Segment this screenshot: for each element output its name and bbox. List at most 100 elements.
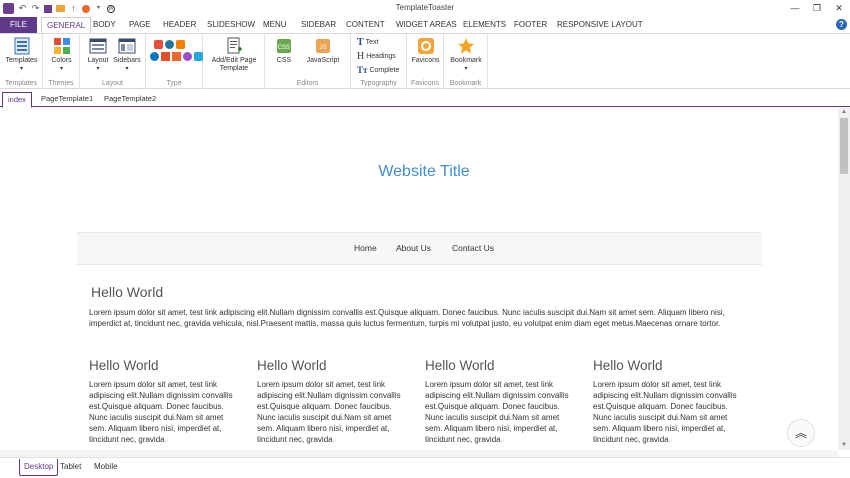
templates-button[interactable]: Templates ▾ <box>3 37 40 73</box>
tab-mobile[interactable]: Mobile <box>90 459 122 476</box>
chevron-down-icon: ▾ <box>125 66 129 72</box>
column-text: Lorem ipsum dolor sit amet, test link ad… <box>89 380 233 444</box>
file-menu-tab[interactable]: FILE <box>0 17 37 33</box>
menu-tabs: FILE GENERAL BODY PAGE HEADER SLIDESHOW … <box>0 17 850 33</box>
star-icon <box>458 38 474 54</box>
nav-link-about-us[interactable]: About Us <box>396 233 431 264</box>
tab-page[interactable]: PAGE <box>129 17 151 33</box>
content-column-2: Hello World Lorem ipsum dolor sit amet, … <box>257 358 409 445</box>
window-controls: — ❐ ✕ <box>784 0 850 17</box>
tab-elements[interactable]: ELEMENTS <box>463 17 506 33</box>
text-icon: T <box>357 37 364 48</box>
column-text: Lorem ipsum dolor sit amet, test link ad… <box>257 380 401 444</box>
tab-sidebar[interactable]: SIDEBAR <box>301 17 336 33</box>
chevron-down-icon: ▾ <box>464 66 468 72</box>
nav-link-contact-us[interactable]: Contact Us <box>452 233 494 264</box>
group-typography: T Text H Headings Tт Complete Typography <box>351 34 407 89</box>
column-heading: Hello World <box>593 358 663 373</box>
typography-complete-button[interactable]: Tт Complete <box>357 65 399 75</box>
layout-button[interactable]: Layout ▾ <box>85 37 111 73</box>
design-canvas[interactable]: Website Title Home About Us Contact Us H… <box>0 108 838 450</box>
main-paragraph: Lorem ipsum dolor sit amet, test link ad… <box>89 308 725 328</box>
group-layout: Layout ▾ Sidebars ▾ Layout <box>80 34 146 89</box>
svg-text:JS: JS <box>319 45 326 51</box>
minimize-button[interactable]: — <box>784 0 806 17</box>
tab-widget-areas[interactable]: WIDGET AREAS <box>396 17 457 33</box>
js-file-icon: JS <box>316 39 330 53</box>
typography-headings-button[interactable]: H Headings <box>357 51 396 62</box>
typography-text-button[interactable]: T Text <box>357 37 379 48</box>
tab-responsive-layout[interactable]: RESPONSIVE LAYOUT <box>557 17 643 33</box>
sidebars-button[interactable]: Sidebars ▾ <box>112 37 142 73</box>
tab-page-template-2[interactable]: PageTemplate2 <box>99 92 161 107</box>
website-title[interactable]: Website Title <box>0 163 838 181</box>
color-palette-icon <box>53 38 70 54</box>
scroll-to-top-button[interactable]: ︽ <box>787 419 815 447</box>
group-bookmark: Bookmark ▾ Bookmark <box>444 34 488 89</box>
javascript-editor-button[interactable]: JS JavaScript <box>303 37 343 65</box>
site-navbar[interactable]: Home About Us Contact Us <box>77 232 762 265</box>
tab-header[interactable]: HEADER <box>163 17 196 33</box>
scroll-up-arrow-icon[interactable]: ▲ <box>838 108 850 117</box>
help-icon[interactable]: ? <box>836 19 847 30</box>
group-templates: Templates ▾ Templates <box>0 34 43 89</box>
column-text: Lorem ipsum dolor sit amet, test link ad… <box>593 380 737 444</box>
tab-general[interactable]: GENERAL <box>41 17 92 33</box>
css-editor-button[interactable]: CSS CSS <box>271 37 297 65</box>
column-heading: Hello World <box>425 358 495 373</box>
group-type: Type <box>146 34 203 89</box>
css-file-icon: CSS <box>277 39 291 53</box>
page-template-tabs: index PageTemplate1 PageTemplate2 <box>0 90 850 108</box>
tab-desktop[interactable]: Desktop <box>19 459 59 476</box>
opencart-icon[interactable] <box>194 52 203 61</box>
wordpress-type-icon[interactable] <box>165 40 174 49</box>
column-text: Lorem ipsum dolor sit amet, test link ad… <box>425 380 569 444</box>
bookmark-button[interactable]: Bookmark ▾ <box>446 37 486 73</box>
layout-icon <box>89 38 107 54</box>
favicon-icon <box>417 38 434 54</box>
content-column-1: Hello World Lorem ipsum dolor sit amet, … <box>89 358 241 445</box>
chevron-down-icon: ▾ <box>96 66 100 72</box>
html5-icon[interactable] <box>161 52 170 61</box>
nav-link-home[interactable]: Home <box>354 233 377 264</box>
column-heading: Hello World <box>89 358 159 373</box>
vertical-scrollbar[interactable]: ▲ ▼ <box>838 108 850 450</box>
templates-icon <box>14 37 29 55</box>
tab-footer[interactable]: FOOTER <box>514 17 547 33</box>
column-heading: Hello World <box>257 358 327 373</box>
content-column-4: Hello World Lorem ipsum dolor sit amet, … <box>593 358 745 445</box>
drupal-icon[interactable] <box>150 52 159 61</box>
tab-index[interactable]: index <box>2 92 32 108</box>
tab-tablet[interactable]: Tablet <box>56 459 85 476</box>
main-heading: Hello World <box>91 284 164 300</box>
complete-typography-icon: Tт <box>357 65 368 75</box>
tab-page-template-1[interactable]: PageTemplate1 <box>36 92 98 107</box>
restore-button[interactable]: ❐ <box>806 0 828 17</box>
chevron-down-icon: ▾ <box>19 66 23 72</box>
add-edit-page-template-button[interactable]: Add/Edit Page Template <box>205 37 263 73</box>
scrollbar-thumb[interactable] <box>840 118 848 174</box>
group-themes: Colors ▾ Themes <box>43 34 80 89</box>
title-bar: ↶ ↷ ↑ ▾ W TemplateToaster — ❐ ✕ <box>0 0 850 17</box>
window-title: TemplateToaster <box>395 3 455 12</box>
colors-button[interactable]: Colors ▾ <box>47 37 76 73</box>
group-favicons: Favicons Favicons <box>407 34 444 89</box>
tab-slideshow[interactable]: SLIDESHOW <box>207 17 255 33</box>
horizontal-scrollbar[interactable] <box>0 450 838 457</box>
group-page-template: Add/Edit Page Template <box>203 34 265 89</box>
prestashop-icon[interactable] <box>183 52 192 61</box>
joomla-icon[interactable] <box>154 40 163 49</box>
tab-body[interactable]: BODY <box>93 17 116 33</box>
scroll-down-arrow-icon[interactable]: ▼ <box>838 441 850 450</box>
ribbon: Templates ▾ Templates Colors ▾ Themes La… <box>0 33 850 89</box>
favicons-button[interactable]: Favicons <box>409 37 442 65</box>
content-column-3: Hello World Lorem ipsum dolor sit amet, … <box>425 358 577 445</box>
magento-icon[interactable] <box>172 52 181 61</box>
close-button[interactable]: ✕ <box>828 0 850 17</box>
double-chevron-up-icon: ︽ <box>794 426 807 440</box>
group-editors: CSS CSS JS JavaScript Editors <box>265 34 351 89</box>
add-page-icon <box>227 37 242 54</box>
blogger-icon[interactable] <box>176 40 185 49</box>
tab-content[interactable]: CONTENT <box>346 17 385 33</box>
tab-menu[interactable]: MENU <box>263 17 287 33</box>
